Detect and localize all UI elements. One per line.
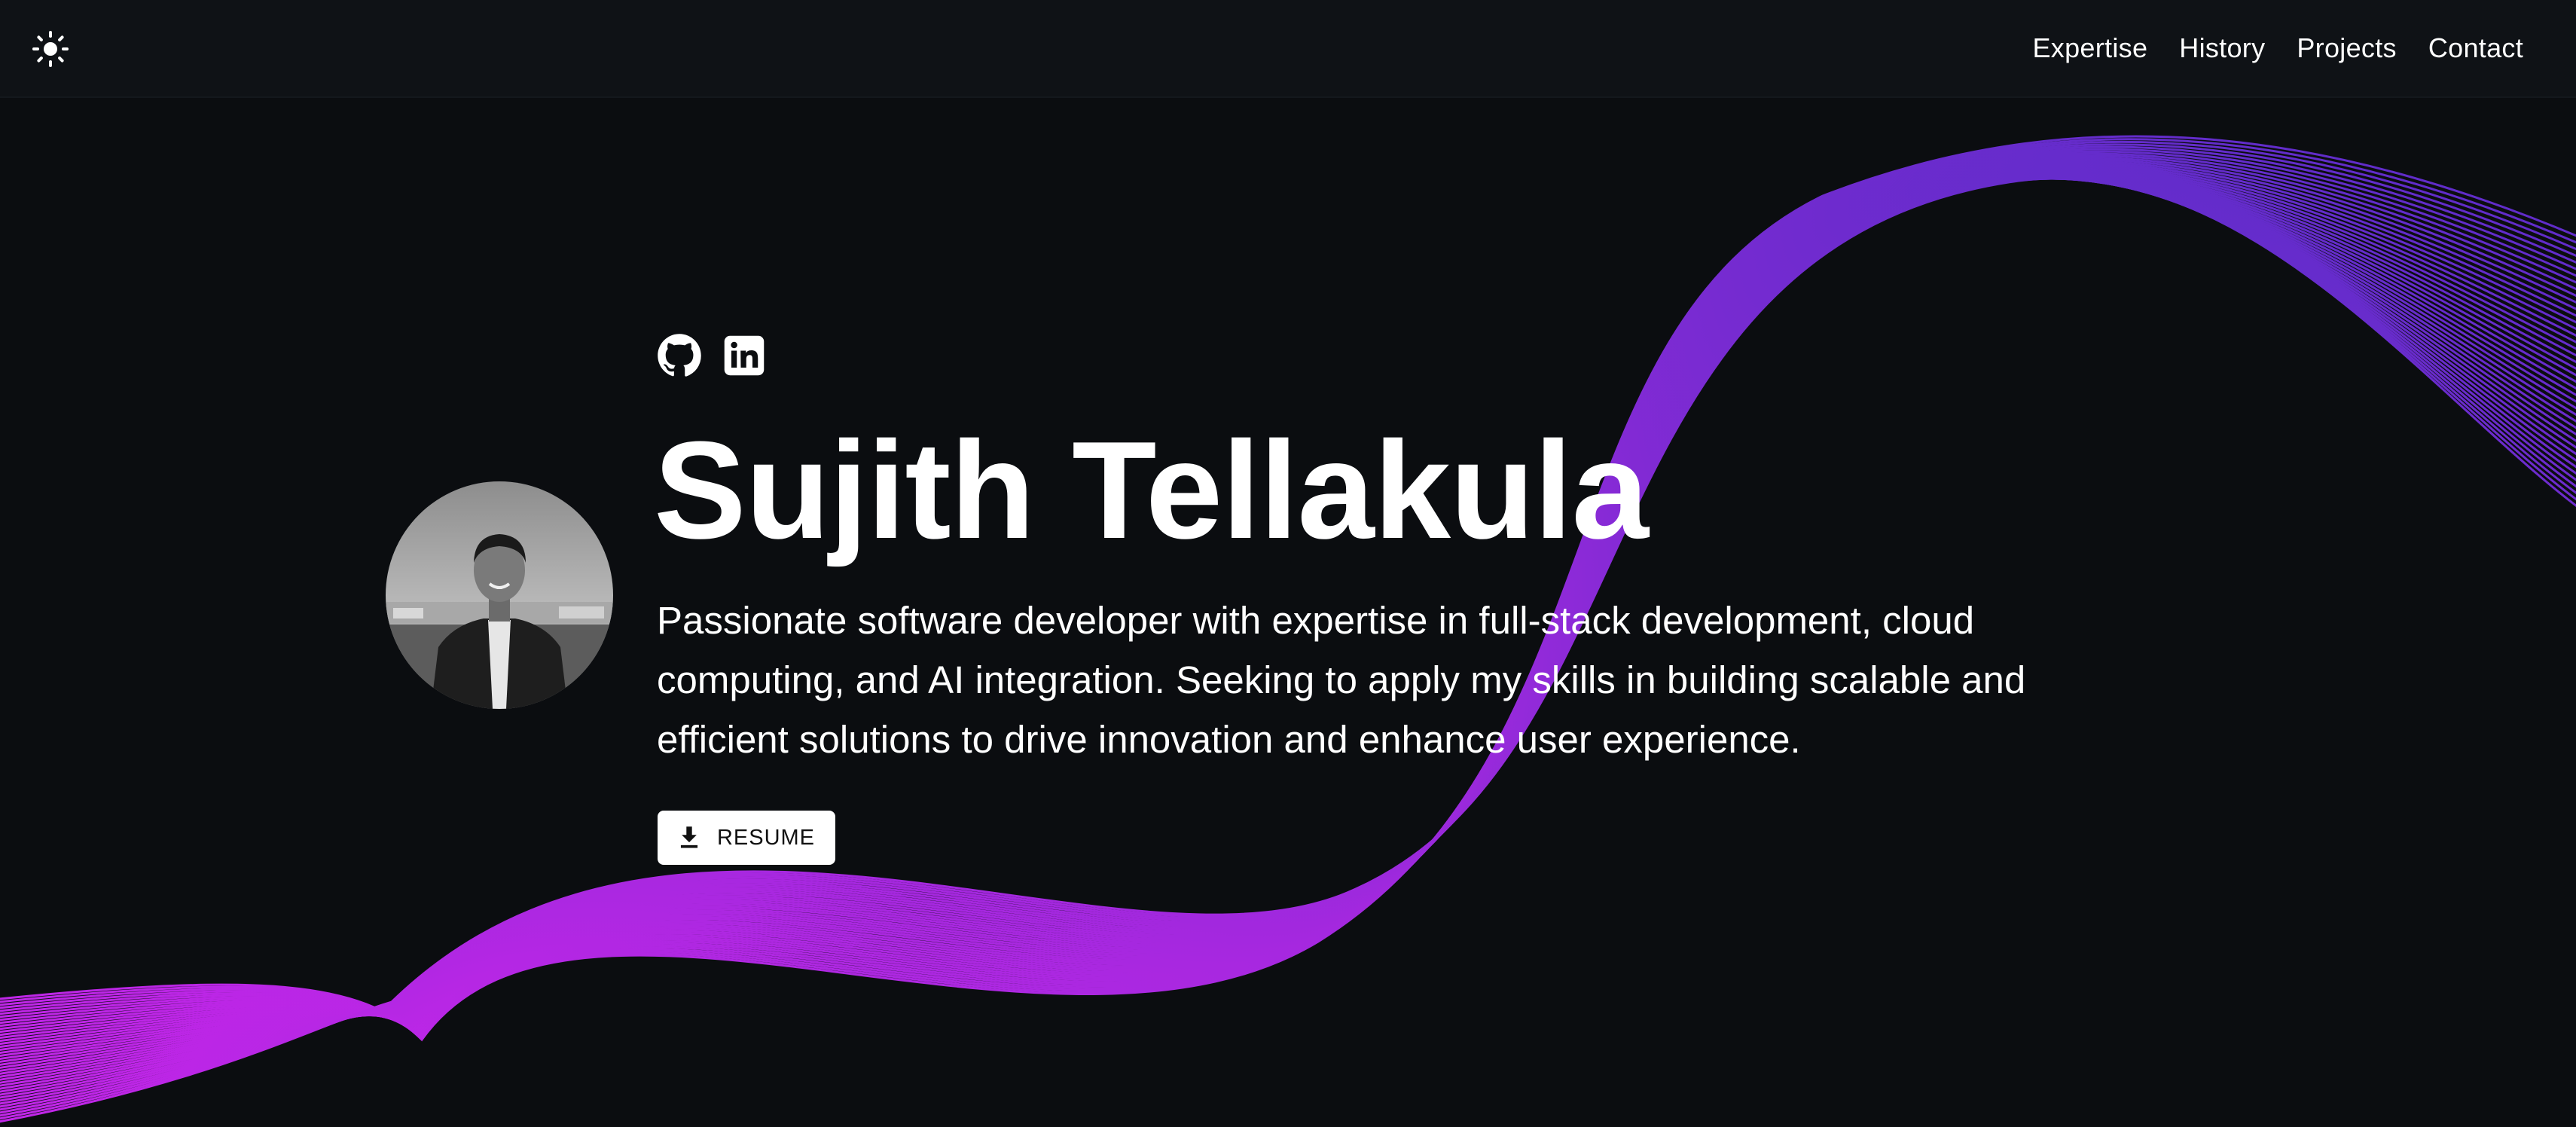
hero-section: Sujith Tellakula Passionate software dev… xyxy=(0,0,2576,1127)
nav-link-projects[interactable]: Projects xyxy=(2297,32,2396,64)
linkedin-icon[interactable] xyxy=(722,333,767,378)
nav-link-contact[interactable]: Contact xyxy=(2428,32,2523,64)
sun-icon xyxy=(32,31,69,67)
main-nav: Expertise History Projects Contact xyxy=(2033,0,2524,96)
app-root: Expertise History Projects Contact Sujit… xyxy=(0,0,2576,1127)
download-icon xyxy=(680,826,698,848)
profile-avatar xyxy=(386,481,613,709)
top-navbar: Expertise History Projects Contact xyxy=(0,0,2576,98)
hero-name-heading: Sujith Tellakula xyxy=(654,412,1649,567)
resume-download-button[interactable]: RESUME xyxy=(658,811,835,865)
resume-button-label: RESUME xyxy=(716,825,816,850)
nav-link-expertise[interactable]: Expertise xyxy=(2033,32,2148,64)
theme-toggle-button[interactable] xyxy=(32,30,69,68)
hero-tagline: Passionate software developer with exper… xyxy=(657,599,2026,761)
profile-photo xyxy=(386,481,613,709)
nav-link-history[interactable]: History xyxy=(2179,32,2265,64)
github-icon[interactable] xyxy=(657,333,702,378)
social-links xyxy=(657,333,767,378)
